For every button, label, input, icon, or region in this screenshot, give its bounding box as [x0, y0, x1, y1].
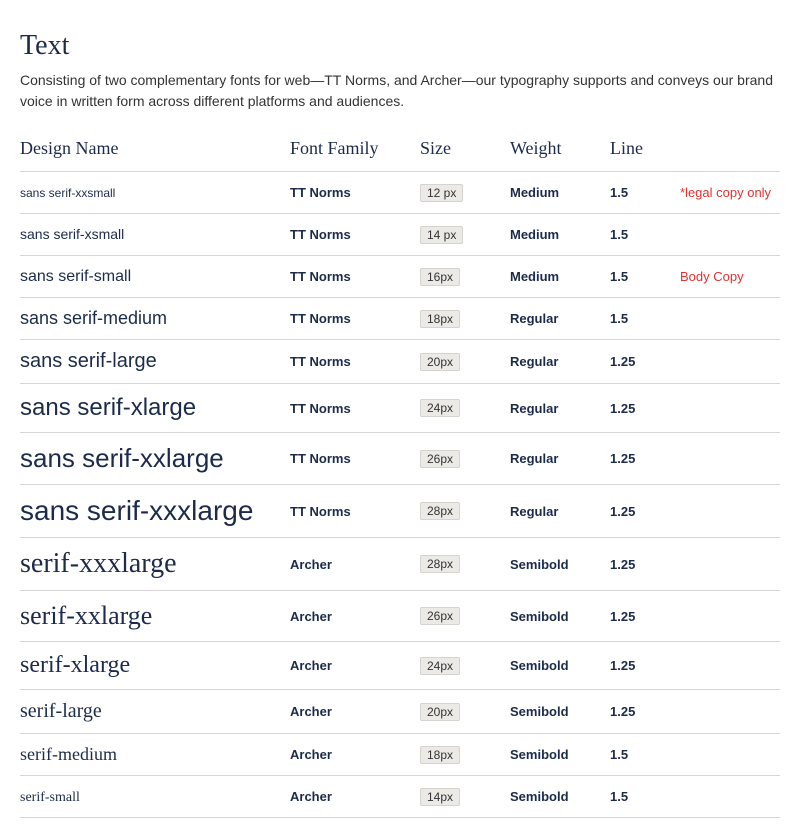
design-name: sans serif-xlarge — [20, 394, 196, 421]
size-pill: 20px — [420, 353, 460, 371]
size-pill: 18px — [420, 746, 460, 764]
line-height: 1.5 — [610, 789, 680, 804]
size-pill: 20px — [420, 703, 460, 721]
font-family: TT Norms — [290, 504, 420, 519]
table-body: sans serif-xxsmallTT Norms12 pxMedium1.5… — [20, 172, 780, 818]
design-name: sans serif-xsmall — [20, 226, 124, 242]
size-pill: 14px — [420, 788, 460, 806]
design-name: serif-xxxlarge — [20, 548, 177, 579]
design-name: serif-xlarge — [20, 652, 130, 678]
font-weight: Semibold — [510, 609, 610, 624]
font-weight: Regular — [510, 354, 610, 369]
line-height: 1.25 — [610, 451, 680, 466]
note: *legal copy only — [680, 185, 780, 200]
line-height: 1.25 — [610, 401, 680, 416]
font-weight: Medium — [510, 269, 610, 284]
font-weight: Regular — [510, 311, 610, 326]
header-family: Font Family — [290, 138, 420, 159]
table-row: sans serif-xlarge TT Norms24px Regular1.25 — [20, 384, 780, 433]
page-title: Text — [20, 30, 780, 62]
size-pill: 26px — [420, 450, 460, 468]
design-name: sans serif-medium — [20, 308, 167, 328]
font-weight: Medium — [510, 185, 610, 200]
size-pill: 18px — [420, 310, 460, 328]
font-family: Archer — [290, 747, 420, 762]
table-header-row: Design Name Font Family Size Weight Line — [20, 130, 780, 172]
line-height: 1.5 — [610, 227, 680, 242]
line-height: 1.25 — [610, 609, 680, 624]
font-weight: Semibold — [510, 789, 610, 804]
table-row: serif-xxlarge Archer26px Semibold1.25 — [20, 591, 780, 642]
font-family: TT Norms — [290, 354, 420, 369]
table-row: sans serif-xxxlarge TT Norms28px Regular1.… — [20, 485, 780, 538]
size-pill: 12 px — [420, 184, 463, 202]
table-row: serif-small Archer14px Semibold1.5 — [20, 776, 780, 818]
header-weight: Weight — [510, 138, 610, 159]
size-pill: 28px — [420, 555, 460, 573]
design-name: serif-medium — [20, 744, 117, 764]
font-family: TT Norms — [290, 269, 420, 284]
font-weight: Semibold — [510, 747, 610, 762]
line-height: 1.25 — [610, 504, 680, 519]
intro-text: Consisting of two complementary fonts fo… — [20, 70, 780, 112]
table-row: serif-xlarge Archer24px Semibold1.25 — [20, 642, 780, 690]
font-family: TT Norms — [290, 401, 420, 416]
table-row: sans serif-xsmall TT Norms14 px Medium1.5 — [20, 214, 780, 256]
table-row: sans serif-xxlarge TT Norms26px Regular1.2… — [20, 433, 780, 485]
line-height: 1.5 — [610, 269, 680, 284]
table-row: sans serif-xxsmall TT Norms12 px Medium1.5… — [20, 172, 780, 214]
font-weight: Regular — [510, 451, 610, 466]
line-height: 1.25 — [610, 704, 680, 719]
font-family: Archer — [290, 704, 420, 719]
design-name: serif-xxlarge — [20, 601, 152, 630]
font-family: Archer — [290, 609, 420, 624]
line-height: 1.5 — [610, 185, 680, 200]
font-family: TT Norms — [290, 311, 420, 326]
font-family: TT Norms — [290, 451, 420, 466]
line-height: 1.5 — [610, 747, 680, 762]
font-weight: Regular — [510, 504, 610, 519]
design-name: sans serif-xxlarge — [20, 443, 224, 473]
table-row: sans serif-small TT Norms16px Medium1.5Bod… — [20, 256, 780, 298]
note: Body Copy — [680, 269, 780, 284]
size-pill: 26px — [420, 607, 460, 625]
table-row: sans serif-medium TT Norms18px Regular1.5 — [20, 298, 780, 340]
header-size: Size — [420, 138, 510, 159]
font-weight: Semibold — [510, 658, 610, 673]
table-row: serif-medium Archer18px Semibold1.5 — [20, 734, 780, 776]
font-weight: Semibold — [510, 557, 610, 572]
design-name: serif-large — [20, 700, 102, 722]
font-weight: Regular — [510, 401, 610, 416]
size-pill: 16px — [420, 268, 460, 286]
design-name: sans serif-large — [20, 350, 157, 372]
size-pill: 24px — [420, 399, 460, 417]
font-family: TT Norms — [290, 185, 420, 200]
size-pill: 28px — [420, 502, 460, 520]
design-name: sans serif-small — [20, 268, 131, 285]
line-height: 1.25 — [610, 557, 680, 572]
font-weight: Medium — [510, 227, 610, 242]
table-row: serif-large Archer20px Semibold1.25 — [20, 690, 780, 734]
line-height: 1.5 — [610, 311, 680, 326]
header-line: Line — [610, 138, 680, 159]
size-pill: 24px — [420, 657, 460, 675]
table-row: serif-xxxlarge Archer28px Semibold1.25 — [20, 538, 780, 591]
line-height: 1.25 — [610, 354, 680, 369]
size-pill: 14 px — [420, 226, 463, 244]
font-family: TT Norms — [290, 227, 420, 242]
design-name: sans serif-xxsmall — [20, 186, 115, 200]
font-family: Archer — [290, 789, 420, 804]
font-family: Archer — [290, 557, 420, 572]
font-weight: Semibold — [510, 704, 610, 719]
header-name: Design Name — [20, 138, 290, 159]
line-height: 1.25 — [610, 658, 680, 673]
table-row: sans serif-large TT Norms20px Regular1.25 — [20, 340, 780, 384]
design-name: sans serif-xxxlarge — [20, 495, 253, 526]
design-name: serif-small — [20, 790, 80, 805]
font-family: Archer — [290, 658, 420, 673]
